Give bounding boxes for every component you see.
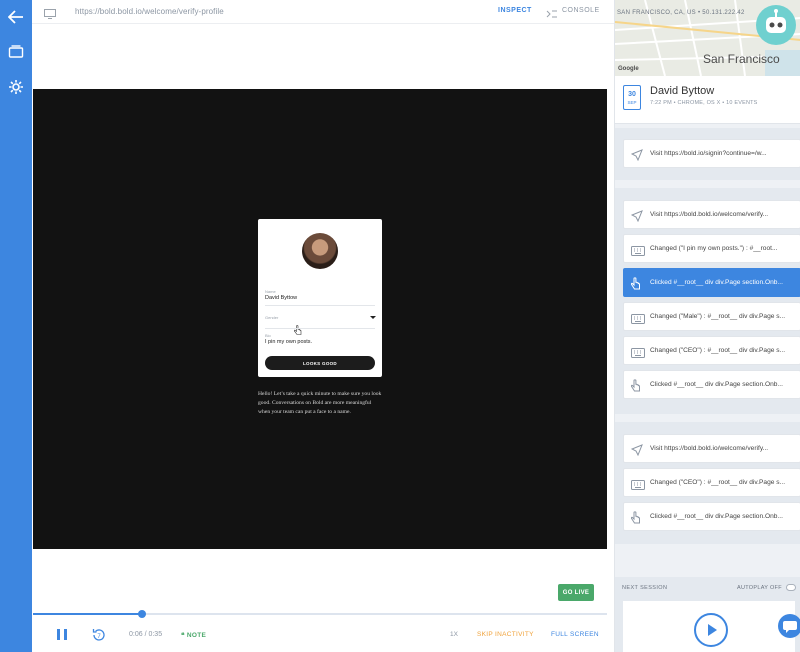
robot-avatar-icon (756, 5, 796, 45)
hand-pointer-icon (630, 379, 645, 392)
event-text: Changed ("CEO") : #__root__ div div.Page… (650, 479, 786, 486)
skip-inactivity-button[interactable]: SKIP INACTIVITY (477, 631, 534, 638)
left-rail (0, 0, 32, 652)
bio-label: Bio (265, 333, 271, 338)
console-icon[interactable] (546, 6, 558, 24)
session-url: https://bold.bold.io/welcome/verify-prof… (75, 7, 224, 16)
event-item-active[interactable]: Clicked #__root__ div div.Page section.O… (623, 268, 800, 297)
fullscreen-button[interactable]: FULL SCREEN (551, 631, 599, 638)
keyboard-icon (631, 311, 645, 324)
divider (265, 305, 375, 306)
keyboard-icon (631, 477, 645, 490)
console-button[interactable]: CONSOLE (562, 7, 600, 14)
hand-pointer-icon (630, 511, 645, 524)
chevron-down-icon (370, 316, 376, 319)
event-text: Visit https://bold.bold.io/welcome/verif… (650, 445, 769, 452)
back-arrow-icon[interactable] (6, 7, 26, 27)
event-text: Clicked #__root__ div div.Page section.O… (650, 513, 783, 520)
session-meta: 7:22 PM • CHROME, OS X • 10 EVENTS (650, 100, 758, 106)
event-text: Visit https://bold.io/signin?continue=/w… (650, 150, 767, 157)
event-item[interactable]: Visit https://bold.io/signin?continue=/w… (623, 139, 800, 168)
event-text: Changed ("Male") : #__root__ div div.Pag… (650, 313, 786, 320)
event-item[interactable]: Changed ("CEO") : #__root__ div div.Page… (623, 336, 800, 365)
event-item[interactable]: Changed ("Male") : #__root__ div div.Pag… (623, 302, 800, 331)
location-map: SAN FRANCISCO, CA, US • 50.131.222.42 Sa… (615, 0, 800, 76)
event-group: Visit https://bold.bold.io/welcome/verif… (615, 422, 800, 544)
event-item[interactable]: Clicked #__root__ div div.Page section.O… (623, 370, 800, 399)
navigation-arrow-icon (630, 209, 645, 223)
looks-good-button: LOOKS GOOD (265, 356, 375, 370)
next-session-label: NEXT SESSION (622, 585, 668, 591)
keyboard-icon (631, 243, 645, 256)
event-item[interactable]: Changed ("CEO") : #__root__ div div.Page… (623, 468, 800, 497)
inspect-button[interactable]: INSPECT (498, 7, 532, 14)
event-item[interactable]: Clicked #__root__ div div.Page section.O… (623, 502, 800, 531)
event-text: Changed ("I pin my own posts.") : #__roo… (650, 245, 778, 252)
speed-button[interactable]: 1X (450, 631, 458, 638)
bio-value: I pin my own posts. (265, 339, 313, 345)
note-label: NOTE (186, 632, 207, 639)
event-group: Visit https://bold.bold.io/welcome/verif… (615, 188, 800, 414)
event-text: Changed ("CEO") : #__root__ div div.Page… (650, 347, 786, 354)
event-text: Clicked #__root__ div div.Page section.O… (650, 381, 783, 388)
chat-bubble-icon[interactable] (778, 614, 800, 638)
rewind-icon[interactable]: 7 (91, 627, 107, 648)
autoplay-label: AUTOPLAY OFF (737, 585, 782, 591)
divider (265, 328, 375, 329)
monitor-icon (44, 6, 56, 24)
autoplay-toggle[interactable] (786, 584, 796, 591)
cursor-hand-icon (293, 322, 302, 340)
name-value: David Byttow (265, 295, 298, 301)
session-day: 30 (628, 91, 636, 98)
session-header: 30 SEP David Byttow 7:22 PM • CHROME, OS… (615, 76, 800, 124)
event-item[interactable]: Changed ("I pin my own posts.") : #__roo… (623, 234, 800, 263)
go-live-button[interactable]: GO LIVE (558, 584, 594, 601)
session-month: SEP (627, 100, 637, 105)
map-city: San Francisco (703, 52, 780, 66)
play-icon[interactable] (694, 613, 728, 647)
pause-icon[interactable] (57, 629, 67, 640)
map-credit: Google (618, 66, 639, 72)
user-name: David Byttow (650, 85, 715, 97)
session-panel: SAN FRANCISCO, CA, US • 50.131.222.42 Sa… (614, 0, 800, 652)
welcome-message: Hello! Let’s take a quick minute to make… (258, 391, 382, 415)
verify-profile-card: Name David Byttow Gender Bio I pin my ow… (258, 219, 382, 377)
gender-label: Gender (265, 315, 279, 320)
event-item[interactable]: Visit https://bold.bold.io/welcome/verif… (623, 200, 800, 229)
event-text: Visit https://bold.bold.io/welcome/verif… (650, 211, 769, 218)
note-button[interactable]: ❝ NOTE (181, 631, 206, 639)
navigation-arrow-icon (630, 148, 645, 162)
playback-controls: 7 0:06 / 0:35 ❝ NOTE 1X SKIP INACTIVITY … (32, 615, 614, 652)
event-text: Clicked #__root__ div div.Page section.O… (650, 279, 783, 286)
event-group: Visit https://bold.io/signin?continue=/w… (615, 128, 800, 180)
next-session: NEXT SESSION AUTOPLAY OFF (615, 577, 800, 652)
location-text: SAN FRANCISCO, CA, US • 50.131.222.42 (617, 10, 745, 16)
keyboard-icon (631, 345, 645, 358)
event-item[interactable]: Visit https://bold.bold.io/welcome/verif… (623, 434, 800, 463)
player-toolbar: https://bold.bold.io/welcome/verify-prof… (32, 0, 614, 24)
gear-icon[interactable] (6, 77, 26, 97)
avatar (302, 233, 338, 269)
name-label: Name (265, 289, 276, 294)
hand-pointer-icon (630, 277, 645, 290)
navigation-arrow-icon (630, 443, 645, 457)
playback-time: 0:06 / 0:35 (129, 631, 163, 638)
sessions-icon[interactable] (6, 41, 26, 61)
calendar-icon: 30 SEP (623, 85, 641, 110)
